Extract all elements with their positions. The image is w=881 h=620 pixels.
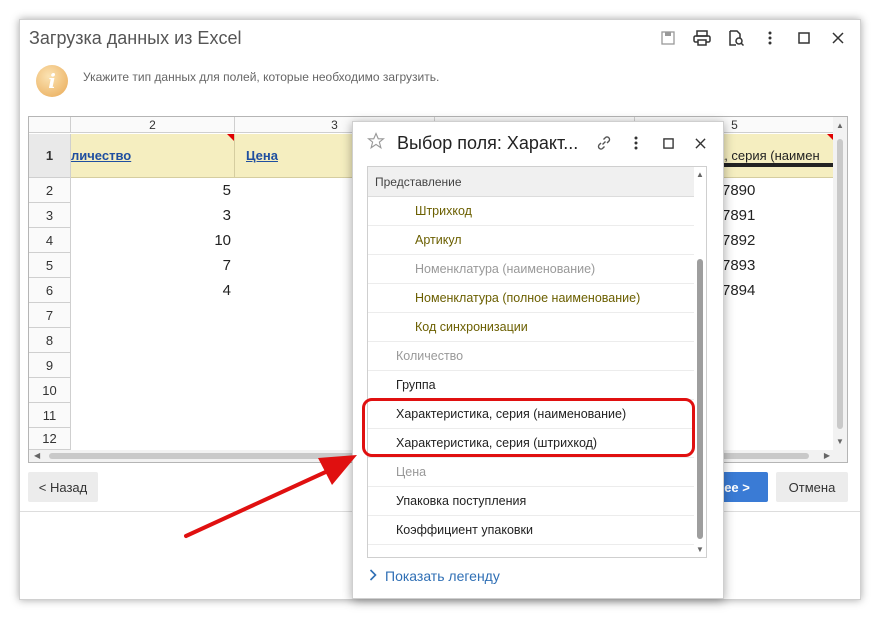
annotation-arrow	[184, 455, 357, 538]
